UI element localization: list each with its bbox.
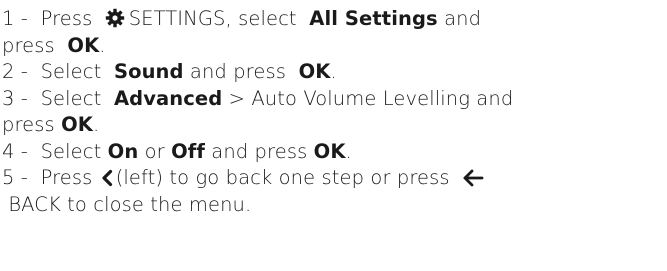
step-number: 1 -: [2, 7, 28, 30]
step-number: 4 -: [2, 139, 28, 163]
step-text: .: [93, 113, 100, 136]
step-text: .: [330, 60, 337, 83]
step-number: 5 -: [2, 166, 28, 189]
step-text: SETTINGS, select: [128, 7, 297, 30]
step-text: Select: [40, 86, 102, 110]
option-off: Off: [171, 139, 205, 163]
step-3-line-2: press OK.: [2, 112, 667, 139]
step-5-line-1: 5 - Press (left) to go back one step or …: [2, 165, 667, 192]
menu-item-advanced: Advanced: [113, 86, 223, 110]
step-number: 3 -: [2, 86, 28, 110]
step-text: and press: [189, 60, 286, 83]
ok-key-label: OK: [67, 33, 100, 57]
menu-item-all-settings: All Settings: [309, 7, 438, 30]
step-text: BACK to close the menu.: [8, 192, 252, 216]
step-text: .: [99, 33, 106, 57]
step-text: press: [2, 113, 55, 136]
step-1-line-1: 1 - Press SETTINGS, select All Settings: [2, 6, 667, 33]
step-text: and press: [211, 139, 308, 163]
step-text: press: [2, 33, 55, 57]
step-3-line-1: 3 - Select Advanced > Auto Volume Levell…: [2, 86, 667, 113]
step-text: or: [144, 139, 165, 163]
step-text: Select: [40, 60, 102, 83]
ok-key-label: OK: [298, 60, 331, 83]
gear-icon: [105, 8, 125, 28]
step-text: > Auto Volume Levelling and: [228, 86, 514, 110]
step-text: Press: [40, 166, 93, 189]
step-number: 2 -: [2, 60, 28, 83]
step-2-line: 2 - Select Sound and press OK.: [2, 59, 667, 86]
step-text: and: [444, 7, 482, 30]
step-5-line-2: BACK to close the menu.: [2, 192, 667, 219]
step-text: Press: [40, 7, 93, 30]
ok-key-label: OK: [61, 113, 93, 136]
step-1-line-2: press OK.: [2, 33, 667, 60]
option-on: On: [107, 139, 139, 163]
ok-key-label: OK: [313, 139, 346, 163]
step-text: (left) to go back one step or press: [115, 166, 450, 189]
chevron-left-icon: [101, 169, 113, 187]
step-4-line: 4 - Select On or Off and press OK.: [2, 139, 667, 166]
step-text: Select: [40, 139, 102, 163]
instructions-document: 1 - Press SETTINGS, select All Settings: [0, 0, 667, 271]
step-text: .: [345, 139, 352, 163]
menu-item-sound: Sound: [113, 60, 184, 83]
arrow-left-icon: [462, 169, 484, 187]
